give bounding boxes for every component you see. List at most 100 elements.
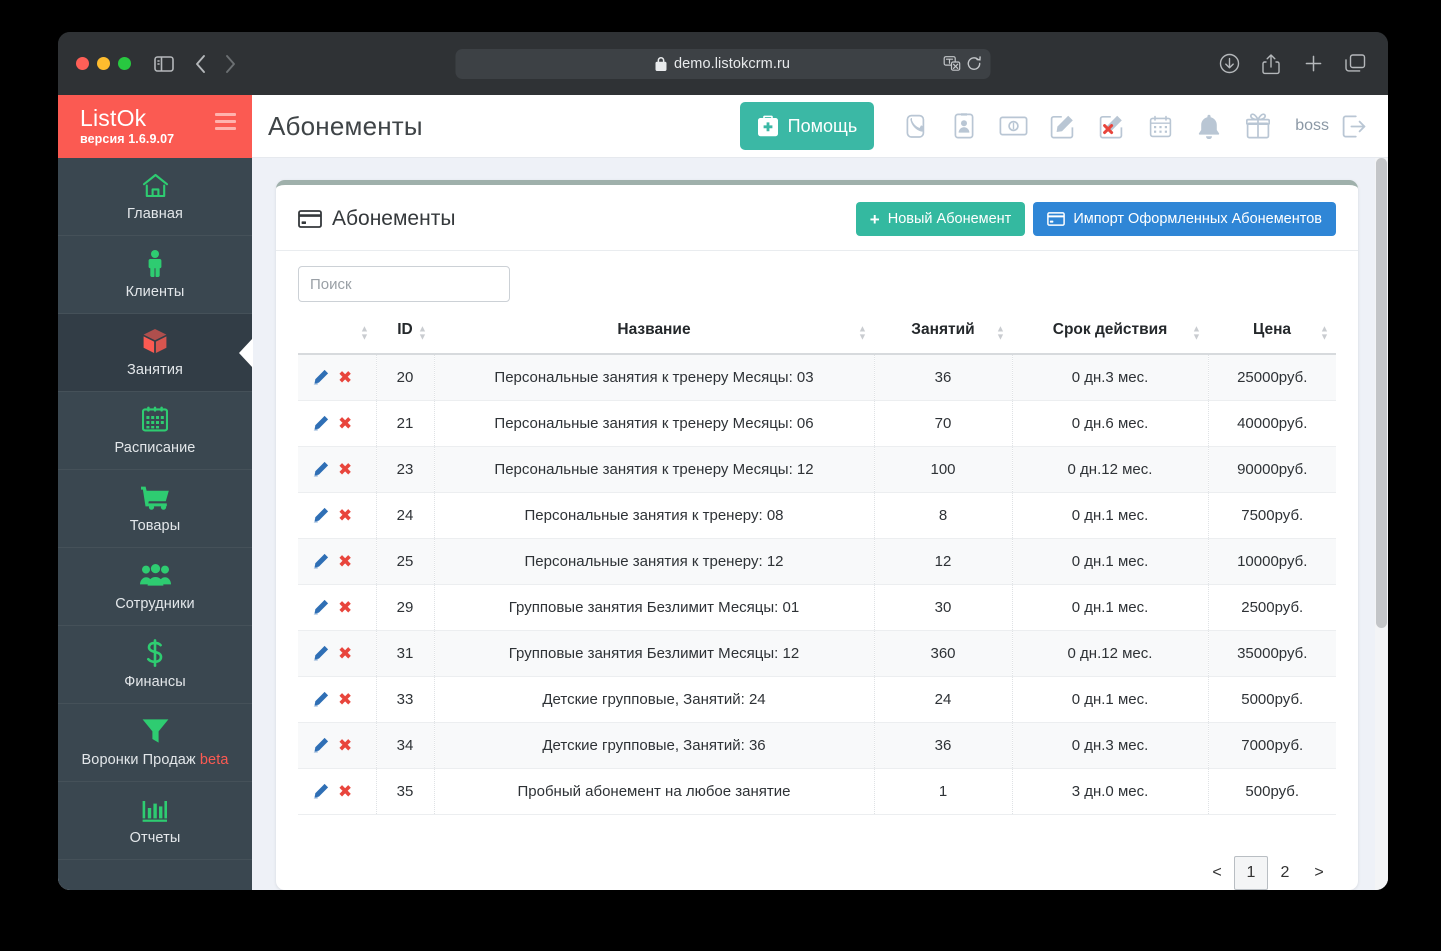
row-id-cell: 21 <box>376 400 435 447</box>
help-button[interactable]: Помощь <box>739 102 875 150</box>
delete-x-icon[interactable]: ✖ <box>338 645 352 662</box>
page-scrollbar[interactable] <box>1375 158 1388 890</box>
maximize-window-button[interactable] <box>118 57 131 70</box>
gift-icon[interactable] <box>1236 104 1280 148</box>
row-term-cell: 0 дн.3 мес. <box>1012 722 1209 769</box>
brand-header: ListOk версия 1.6.9.07 <box>58 95 252 158</box>
edit-icon[interactable] <box>1040 104 1084 148</box>
sort-toggle-lessons[interactable]: ▲ ▼ <box>996 324 1005 341</box>
hamburger-icon[interactable] <box>215 113 236 130</box>
delete-x-icon[interactable]: ✖ <box>338 553 352 570</box>
edit-cancel-icon[interactable] <box>1089 104 1133 148</box>
forward-button[interactable] <box>215 49 245 79</box>
sidebar-item-voronki-prodazh[interactable]: Воронки Продаж beta <box>58 704 252 782</box>
pencil-icon[interactable] <box>312 783 329 800</box>
page-scrollbar-thumb[interactable] <box>1376 158 1387 628</box>
sidebar-item-glavnaya[interactable]: Главная <box>58 158 252 236</box>
delete-x-icon[interactable]: ✖ <box>338 783 352 800</box>
sidebar-item-label: Финансы <box>124 674 186 690</box>
person-icon <box>147 249 163 277</box>
sidebar-item-raspisanie[interactable]: Расписание <box>58 392 252 470</box>
sidebar-item-label: Главная <box>127 206 183 222</box>
browser-toolbar: demo.listokcrm.ru <box>58 32 1388 95</box>
pagination-prev[interactable]: < <box>1200 856 1234 890</box>
minimize-window-button[interactable] <box>97 57 110 70</box>
pencil-icon[interactable] <box>312 599 329 616</box>
delete-x-icon[interactable]: ✖ <box>338 507 352 524</box>
sort-toggle-name[interactable]: ▲ ▼ <box>858 324 867 341</box>
row-id-cell: 29 <box>376 584 435 631</box>
pencil-icon[interactable] <box>312 461 329 478</box>
pencil-icon[interactable] <box>312 369 329 386</box>
pencil-icon[interactable] <box>312 645 329 662</box>
pagination-page-2[interactable]: 2 <box>1268 856 1302 890</box>
sort-toggle-term[interactable]: ▲ ▼ <box>1192 324 1201 341</box>
close-window-button[interactable] <box>76 57 89 70</box>
row-name-cell: Детские групповые, Занятий: 24 <box>434 676 875 723</box>
back-button[interactable] <box>185 49 215 79</box>
search-input[interactable] <box>298 266 510 302</box>
reload-icon[interactable] <box>967 56 982 71</box>
sidebar-item-klienty[interactable]: Клиенты <box>58 236 252 314</box>
browser-window: demo.listokcrm.ru ListOk версия 1.6.9.07… <box>58 32 1388 890</box>
address-bar[interactable]: demo.listokcrm.ru <box>455 48 991 79</box>
import-subscriptions-button[interactable]: Импорт Оформленных Абонементов <box>1033 202 1336 236</box>
row-actions-cell: ✖ <box>298 630 377 677</box>
pencil-icon[interactable] <box>312 737 329 754</box>
phone-icon[interactable] <box>893 104 937 148</box>
share-icon[interactable] <box>1256 49 1286 79</box>
row-id-cell: 35 <box>376 768 435 815</box>
sidebar-toggle-icon[interactable] <box>149 49 179 79</box>
pencil-icon[interactable] <box>312 553 329 570</box>
column-price[interactable]: Цена ▲ ▼ <box>1208 315 1336 355</box>
brand-version: версия 1.6.9.07 <box>80 132 175 146</box>
delete-x-icon[interactable]: ✖ <box>338 599 352 616</box>
delete-x-icon[interactable]: ✖ <box>338 461 352 478</box>
sort-toggle-price[interactable]: ▲ ▼ <box>1320 324 1329 341</box>
money-icon[interactable] <box>991 104 1035 148</box>
column-id[interactable]: ID ▲ ▼ <box>376 315 434 355</box>
topbar-actions: Помощь boss <box>739 102 1370 150</box>
search-row <box>276 251 1358 315</box>
sidebar-item-finansy[interactable]: Финансы <box>58 626 252 704</box>
sort-toggle-actions[interactable]: ▲ ▼ <box>360 324 369 341</box>
logout-icon[interactable] <box>1338 104 1370 148</box>
row-id-cell: 25 <box>376 538 435 585</box>
delete-x-icon[interactable]: ✖ <box>338 691 352 708</box>
column-id-label: ID <box>397 321 413 338</box>
pagination-next[interactable]: > <box>1302 856 1336 890</box>
delete-x-icon[interactable]: ✖ <box>338 415 352 432</box>
table-row: ✖ 33 Детские групповые, Занятий: 24 24 0 дн.… <box>298 676 1336 723</box>
tabs-icon[interactable] <box>1340 49 1370 79</box>
calendar-small-icon[interactable] <box>1138 104 1182 148</box>
delete-x-icon[interactable]: ✖ <box>338 369 352 386</box>
row-actions-cell: ✖ <box>298 722 377 769</box>
contact-card-icon[interactable] <box>942 104 986 148</box>
sidebar-item-zanyatiya[interactable]: Занятия <box>58 314 253 392</box>
sidebar-item-tovary[interactable]: Товары <box>58 470 252 548</box>
row-term-cell: 0 дн.12 мес. <box>1012 446 1209 493</box>
download-icon[interactable] <box>1214 49 1244 79</box>
column-name[interactable]: Название ▲ ▼ <box>434 315 874 355</box>
table-row: ✖ 29 Групповые занятия Безлимит Месяцы: 01… <box>298 584 1336 631</box>
card-icon <box>298 210 322 228</box>
column-term[interactable]: Срок действия ▲ ▼ <box>1012 315 1208 355</box>
new-tab-icon[interactable] <box>1298 49 1328 79</box>
main-area: Абонементы Помощь boss Абонементы + Новы… <box>252 95 1388 890</box>
pencil-icon[interactable] <box>312 507 329 524</box>
sidebar-item-sotrudniki[interactable]: Сотрудники <box>58 548 252 626</box>
row-price-cell: 2500руб. <box>1208 584 1336 631</box>
table-row: ✖ 34 Детские групповые, Занятий: 36 36 0 дн.… <box>298 722 1336 769</box>
delete-x-icon[interactable]: ✖ <box>338 737 352 754</box>
new-subscription-button[interactable]: + Новый Абонемент <box>855 202 1026 236</box>
pencil-icon[interactable] <box>312 691 329 708</box>
row-lessons-cell: 1 <box>874 768 1013 815</box>
user-name[interactable]: boss <box>1295 117 1329 135</box>
pagination-page-1[interactable]: 1 <box>1234 856 1268 890</box>
sort-toggle-id[interactable]: ▲ ▼ <box>418 324 427 341</box>
pencil-icon[interactable] <box>312 415 329 432</box>
bell-icon[interactable] <box>1187 104 1231 148</box>
column-lessons[interactable]: Занятий ▲ ▼ <box>874 315 1012 355</box>
translate-icon[interactable] <box>943 56 961 71</box>
sidebar-item-otchety[interactable]: Отчеты <box>58 782 252 860</box>
